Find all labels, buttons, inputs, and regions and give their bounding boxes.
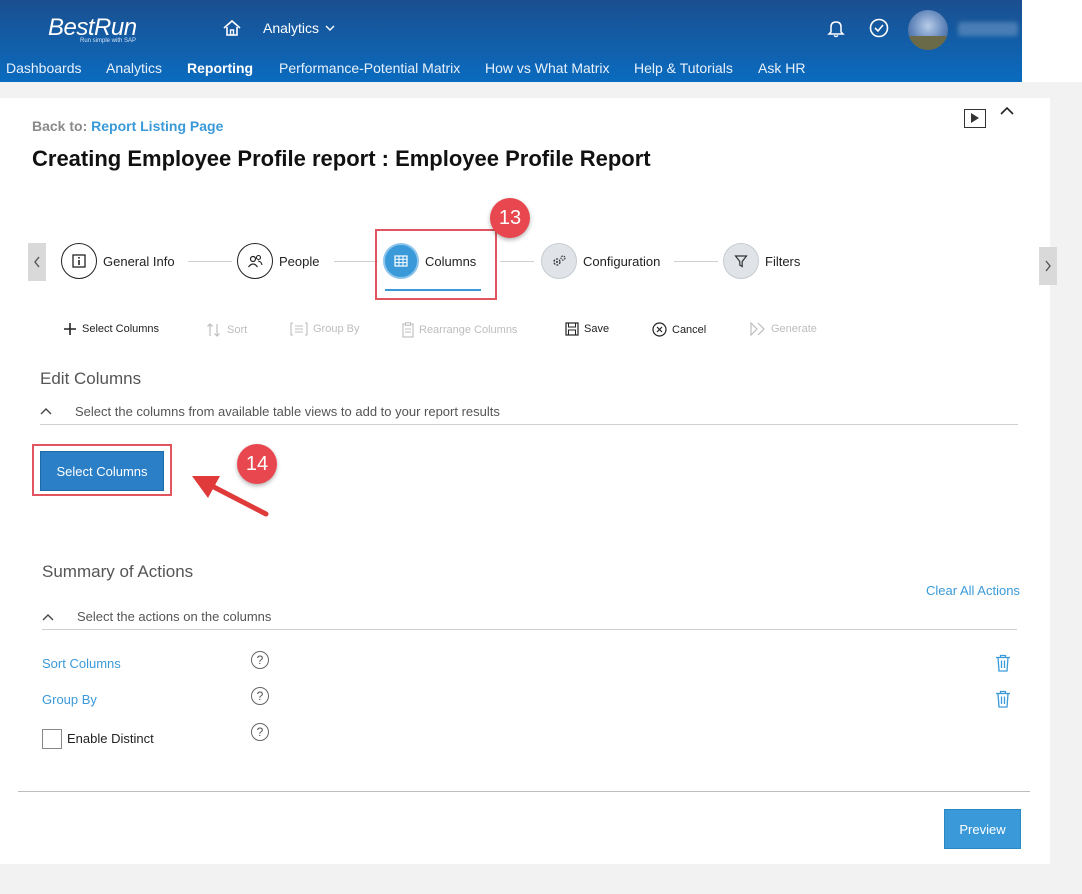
select-columns-button[interactable]: Select Columns — [40, 451, 164, 491]
collapse-chevron-icon[interactable] — [42, 613, 54, 621]
save-icon — [565, 322, 579, 336]
wizard-connector — [500, 261, 534, 262]
info-icon — [61, 243, 97, 279]
filter-icon — [723, 243, 759, 279]
toolbar-label: Group By — [313, 323, 360, 335]
main-nav: Dashboards Analytics Reporting Performan… — [0, 60, 1022, 82]
module-menu-label: Analytics — [263, 20, 320, 36]
trash-icon[interactable] — [995, 654, 1011, 672]
nav-item-reporting[interactable]: Reporting — [187, 60, 253, 76]
toolbar-select-columns-button[interactable]: Select Columns — [63, 322, 159, 336]
back-prefix: Back to: — [32, 118, 88, 134]
toolbar-group-by-button[interactable]: Group By — [290, 322, 359, 336]
breadcrumb: Back to: Report Listing Page — [32, 118, 223, 134]
nav-item-performance-potential-matrix[interactable]: Performance-Potential Matrix — [279, 60, 460, 76]
wizard-connector — [334, 261, 378, 262]
toolbar-rearrange-columns-button[interactable]: Rearrange Columns — [402, 322, 517, 338]
gears-icon — [541, 243, 577, 279]
toolbar-label: Generate — [771, 323, 817, 335]
section-divider — [42, 629, 1017, 630]
section-divider — [40, 424, 1018, 425]
home-icon[interactable] — [222, 18, 242, 38]
toolbar-label: Cancel — [672, 323, 707, 336]
nav-item-help-tutorials[interactable]: Help & Tutorials — [634, 60, 733, 76]
annotation-highlight-columns — [375, 229, 497, 300]
wizard-step-label: General Info — [103, 253, 175, 269]
enable-distinct-checkbox[interactable] — [42, 729, 62, 749]
bell-icon[interactable] — [826, 18, 846, 38]
wizard-step-people[interactable]: People — [237, 243, 319, 279]
wizard-step-label: People — [279, 253, 320, 269]
enable-distinct-label: Enable Distinct — [67, 731, 154, 746]
footer-divider — [18, 791, 1030, 792]
collapse-header-icon[interactable] — [998, 104, 1016, 118]
toolbar-label: Sort — [227, 324, 248, 336]
wizard-step-general-info[interactable]: General Info — [61, 243, 175, 279]
approvals-check-icon[interactable] — [868, 17, 890, 39]
module-menu-dropdown[interactable]: Analytics — [263, 20, 335, 36]
clear-all-actions-link[interactable]: Clear All Actions — [926, 583, 1020, 598]
user-avatar[interactable] — [908, 10, 948, 50]
annotation-badge-14: 14 — [237, 444, 277, 484]
wizard-prev-button[interactable] — [28, 243, 46, 281]
toolbar-label: Select Columns — [82, 323, 160, 335]
page-title: Creating Employee Profile report : Emplo… — [32, 146, 651, 171]
nav-item-ask-hr[interactable]: Ask HR — [758, 60, 805, 76]
play-icon[interactable] — [964, 109, 986, 128]
chevron-left-icon — [34, 256, 40, 268]
toolbar-sort-button[interactable]: Sort — [206, 322, 247, 338]
back-to-report-listing-link[interactable]: Report Listing Page — [91, 118, 223, 134]
app-root: BestRun Run simple with SAP Analytics Da… — [0, 0, 1082, 894]
generate-arrows-icon — [750, 322, 765, 336]
clipboard-icon — [402, 322, 414, 338]
chevron-right-icon — [1045, 260, 1051, 272]
summary-subtitle: Select the actions on the columns — [77, 609, 272, 624]
wizard-step-label: Filters — [765, 253, 801, 269]
nav-item-dashboards[interactable]: Dashboards — [6, 60, 82, 76]
sort-columns-link[interactable]: Sort Columns — [42, 656, 121, 671]
plus-icon — [64, 323, 76, 335]
play-triangle-icon — [971, 113, 979, 123]
help-icon[interactable]: ? — [251, 651, 269, 669]
wizard-connector — [188, 261, 232, 262]
chevron-down-icon — [325, 25, 335, 31]
toolbar-save-button[interactable]: Save — [565, 322, 609, 336]
toolbar-label: Rearrange Columns — [419, 324, 518, 336]
toolbar-cancel-button[interactable]: Cancel — [652, 322, 706, 337]
collapse-chevron-icon[interactable] — [40, 407, 52, 415]
user-name-blurred[interactable] — [958, 22, 1018, 36]
wizard-step-configuration[interactable]: Configuration — [541, 243, 660, 279]
logo-tagline: Run simple with SAP — [80, 38, 137, 44]
wizard-connector — [674, 261, 718, 262]
wizard-step-label: Configuration — [583, 253, 661, 269]
help-icon[interactable]: ? — [251, 687, 269, 705]
wizard-step-filters[interactable]: Filters — [723, 243, 800, 279]
cancel-circle-icon — [652, 322, 667, 337]
trash-icon[interactable] — [995, 690, 1011, 708]
wizard-next-button[interactable] — [1039, 247, 1057, 285]
preview-button[interactable]: Preview — [944, 809, 1021, 849]
edit-columns-subtitle: Select the columns from available table … — [75, 404, 500, 419]
annotation-badge-13: 13 — [490, 198, 530, 238]
toolbar-generate-button[interactable]: Generate — [750, 322, 817, 336]
people-icon — [237, 243, 273, 279]
toolbar-label: Save — [584, 323, 610, 335]
summary-of-actions-title: Summary of Actions — [42, 562, 194, 581]
nav-item-how-vs-what-matrix[interactable]: How vs What Matrix — [485, 60, 609, 76]
group-by-link[interactable]: Group By — [42, 692, 97, 707]
edit-columns-title: Edit Columns — [40, 369, 142, 388]
nav-item-analytics[interactable]: Analytics — [106, 60, 162, 76]
group-by-icon — [290, 322, 308, 336]
sort-icon — [207, 323, 220, 337]
help-icon[interactable]: ? — [251, 723, 269, 741]
